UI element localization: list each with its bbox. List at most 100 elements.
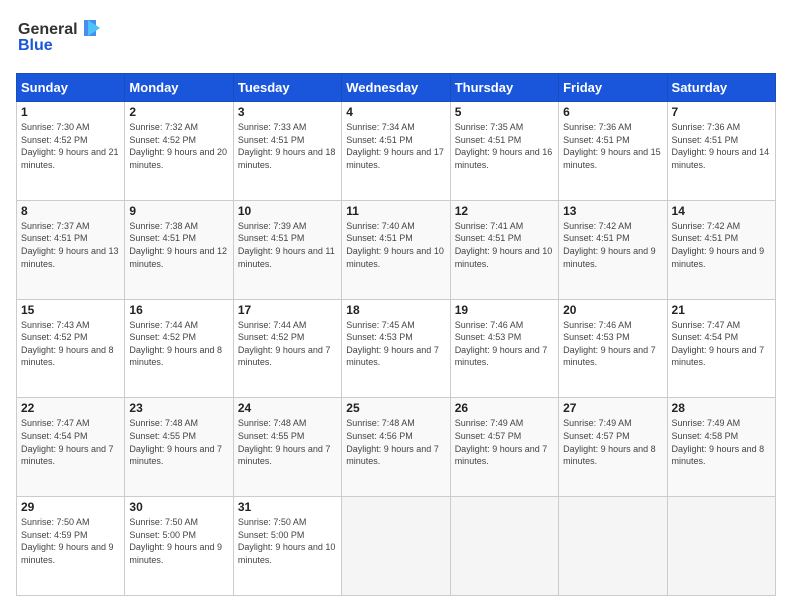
day-number: 11	[346, 204, 445, 218]
logo-icon: General Blue	[16, 16, 106, 58]
calendar-day-cell: 21 Sunrise: 7:47 AMSunset: 4:54 PMDaylig…	[667, 299, 775, 398]
day-info: Sunrise: 7:42 AMSunset: 4:51 PMDaylight:…	[672, 220, 771, 270]
day-number: 10	[238, 204, 337, 218]
day-info: Sunrise: 7:50 AMSunset: 5:00 PMDaylight:…	[238, 516, 337, 566]
calendar-day-cell: 11 Sunrise: 7:40 AMSunset: 4:51 PMDaylig…	[342, 200, 450, 299]
calendar-day-cell: 28 Sunrise: 7:49 AMSunset: 4:58 PMDaylig…	[667, 398, 775, 497]
day-info: Sunrise: 7:41 AMSunset: 4:51 PMDaylight:…	[455, 220, 554, 270]
day-info: Sunrise: 7:50 AMSunset: 4:59 PMDaylight:…	[21, 516, 120, 566]
calendar-day-cell: 26 Sunrise: 7:49 AMSunset: 4:57 PMDaylig…	[450, 398, 558, 497]
calendar-day-cell: 7 Sunrise: 7:36 AMSunset: 4:51 PMDayligh…	[667, 102, 775, 201]
day-info: Sunrise: 7:48 AMSunset: 4:56 PMDaylight:…	[346, 417, 445, 467]
day-number: 1	[21, 105, 120, 119]
calendar-day-cell: 17 Sunrise: 7:44 AMSunset: 4:52 PMDaylig…	[233, 299, 341, 398]
calendar-day-cell: 9 Sunrise: 7:38 AMSunset: 4:51 PMDayligh…	[125, 200, 233, 299]
calendar-day-cell	[450, 497, 558, 596]
day-number: 28	[672, 401, 771, 415]
calendar-day-cell: 15 Sunrise: 7:43 AMSunset: 4:52 PMDaylig…	[17, 299, 125, 398]
day-info: Sunrise: 7:43 AMSunset: 4:52 PMDaylight:…	[21, 319, 120, 369]
calendar-day-cell: 22 Sunrise: 7:47 AMSunset: 4:54 PMDaylig…	[17, 398, 125, 497]
day-number: 20	[563, 303, 662, 317]
day-info: Sunrise: 7:30 AMSunset: 4:52 PMDaylight:…	[21, 121, 120, 171]
calendar-week-row: 29 Sunrise: 7:50 AMSunset: 4:59 PMDaylig…	[17, 497, 776, 596]
weekday-header-cell: Friday	[559, 74, 667, 102]
day-info: Sunrise: 7:47 AMSunset: 4:54 PMDaylight:…	[672, 319, 771, 369]
calendar-day-cell: 6 Sunrise: 7:36 AMSunset: 4:51 PMDayligh…	[559, 102, 667, 201]
day-info: Sunrise: 7:44 AMSunset: 4:52 PMDaylight:…	[238, 319, 337, 369]
calendar-day-cell: 5 Sunrise: 7:35 AMSunset: 4:51 PMDayligh…	[450, 102, 558, 201]
day-number: 25	[346, 401, 445, 415]
day-info: Sunrise: 7:42 AMSunset: 4:51 PMDaylight:…	[563, 220, 662, 270]
day-info: Sunrise: 7:46 AMSunset: 4:53 PMDaylight:…	[455, 319, 554, 369]
calendar-week-row: 22 Sunrise: 7:47 AMSunset: 4:54 PMDaylig…	[17, 398, 776, 497]
calendar-day-cell: 23 Sunrise: 7:48 AMSunset: 4:55 PMDaylig…	[125, 398, 233, 497]
day-number: 3	[238, 105, 337, 119]
svg-text:General: General	[18, 21, 78, 38]
calendar-table: SundayMondayTuesdayWednesdayThursdayFrid…	[16, 73, 776, 596]
day-number: 22	[21, 401, 120, 415]
calendar-day-cell: 3 Sunrise: 7:33 AMSunset: 4:51 PMDayligh…	[233, 102, 341, 201]
day-number: 29	[21, 500, 120, 514]
day-info: Sunrise: 7:50 AMSunset: 5:00 PMDaylight:…	[129, 516, 228, 566]
day-info: Sunrise: 7:36 AMSunset: 4:51 PMDaylight:…	[672, 121, 771, 171]
day-info: Sunrise: 7:40 AMSunset: 4:51 PMDaylight:…	[346, 220, 445, 270]
day-number: 12	[455, 204, 554, 218]
day-info: Sunrise: 7:49 AMSunset: 4:57 PMDaylight:…	[455, 417, 554, 467]
calendar-day-cell: 20 Sunrise: 7:46 AMSunset: 4:53 PMDaylig…	[559, 299, 667, 398]
calendar-day-cell: 31 Sunrise: 7:50 AMSunset: 5:00 PMDaylig…	[233, 497, 341, 596]
weekday-header-cell: Monday	[125, 74, 233, 102]
calendar-week-row: 1 Sunrise: 7:30 AMSunset: 4:52 PMDayligh…	[17, 102, 776, 201]
weekday-header-row: SundayMondayTuesdayWednesdayThursdayFrid…	[17, 74, 776, 102]
day-number: 17	[238, 303, 337, 317]
page: General Blue SundayMondayTuesdayWednesda…	[0, 0, 792, 612]
day-number: 27	[563, 401, 662, 415]
calendar-day-cell: 4 Sunrise: 7:34 AMSunset: 4:51 PMDayligh…	[342, 102, 450, 201]
calendar-day-cell: 24 Sunrise: 7:48 AMSunset: 4:55 PMDaylig…	[233, 398, 341, 497]
day-number: 13	[563, 204, 662, 218]
calendar-day-cell: 29 Sunrise: 7:50 AMSunset: 4:59 PMDaylig…	[17, 497, 125, 596]
day-info: Sunrise: 7:48 AMSunset: 4:55 PMDaylight:…	[129, 417, 228, 467]
weekday-header-cell: Thursday	[450, 74, 558, 102]
weekday-header-cell: Tuesday	[233, 74, 341, 102]
day-number: 16	[129, 303, 228, 317]
day-info: Sunrise: 7:38 AMSunset: 4:51 PMDaylight:…	[129, 220, 228, 270]
day-number: 30	[129, 500, 228, 514]
svg-text:Blue: Blue	[18, 37, 53, 54]
weekday-header-cell: Saturday	[667, 74, 775, 102]
calendar-day-cell	[667, 497, 775, 596]
day-number: 15	[21, 303, 120, 317]
day-number: 31	[238, 500, 337, 514]
calendar-day-cell: 18 Sunrise: 7:45 AMSunset: 4:53 PMDaylig…	[342, 299, 450, 398]
header: General Blue	[16, 16, 776, 63]
day-info: Sunrise: 7:49 AMSunset: 4:58 PMDaylight:…	[672, 417, 771, 467]
day-number: 23	[129, 401, 228, 415]
day-number: 21	[672, 303, 771, 317]
day-number: 26	[455, 401, 554, 415]
day-info: Sunrise: 7:39 AMSunset: 4:51 PMDaylight:…	[238, 220, 337, 270]
day-info: Sunrise: 7:48 AMSunset: 4:55 PMDaylight:…	[238, 417, 337, 467]
calendar-day-cell: 8 Sunrise: 7:37 AMSunset: 4:51 PMDayligh…	[17, 200, 125, 299]
calendar-day-cell: 30 Sunrise: 7:50 AMSunset: 5:00 PMDaylig…	[125, 497, 233, 596]
weekday-header-cell: Wednesday	[342, 74, 450, 102]
day-number: 5	[455, 105, 554, 119]
calendar-week-row: 15 Sunrise: 7:43 AMSunset: 4:52 PMDaylig…	[17, 299, 776, 398]
day-info: Sunrise: 7:35 AMSunset: 4:51 PMDaylight:…	[455, 121, 554, 171]
day-number: 14	[672, 204, 771, 218]
calendar-body: 1 Sunrise: 7:30 AMSunset: 4:52 PMDayligh…	[17, 102, 776, 596]
calendar-day-cell: 27 Sunrise: 7:49 AMSunset: 4:57 PMDaylig…	[559, 398, 667, 497]
day-info: Sunrise: 7:49 AMSunset: 4:57 PMDaylight:…	[563, 417, 662, 467]
day-number: 9	[129, 204, 228, 218]
day-info: Sunrise: 7:45 AMSunset: 4:53 PMDaylight:…	[346, 319, 445, 369]
day-number: 6	[563, 105, 662, 119]
day-info: Sunrise: 7:44 AMSunset: 4:52 PMDaylight:…	[129, 319, 228, 369]
day-number: 4	[346, 105, 445, 119]
calendar-day-cell: 1 Sunrise: 7:30 AMSunset: 4:52 PMDayligh…	[17, 102, 125, 201]
day-info: Sunrise: 7:36 AMSunset: 4:51 PMDaylight:…	[563, 121, 662, 171]
day-info: Sunrise: 7:46 AMSunset: 4:53 PMDaylight:…	[563, 319, 662, 369]
calendar-week-row: 8 Sunrise: 7:37 AMSunset: 4:51 PMDayligh…	[17, 200, 776, 299]
calendar-day-cell: 13 Sunrise: 7:42 AMSunset: 4:51 PMDaylig…	[559, 200, 667, 299]
day-info: Sunrise: 7:32 AMSunset: 4:52 PMDaylight:…	[129, 121, 228, 171]
day-info: Sunrise: 7:37 AMSunset: 4:51 PMDaylight:…	[21, 220, 120, 270]
calendar-day-cell: 10 Sunrise: 7:39 AMSunset: 4:51 PMDaylig…	[233, 200, 341, 299]
day-number: 7	[672, 105, 771, 119]
